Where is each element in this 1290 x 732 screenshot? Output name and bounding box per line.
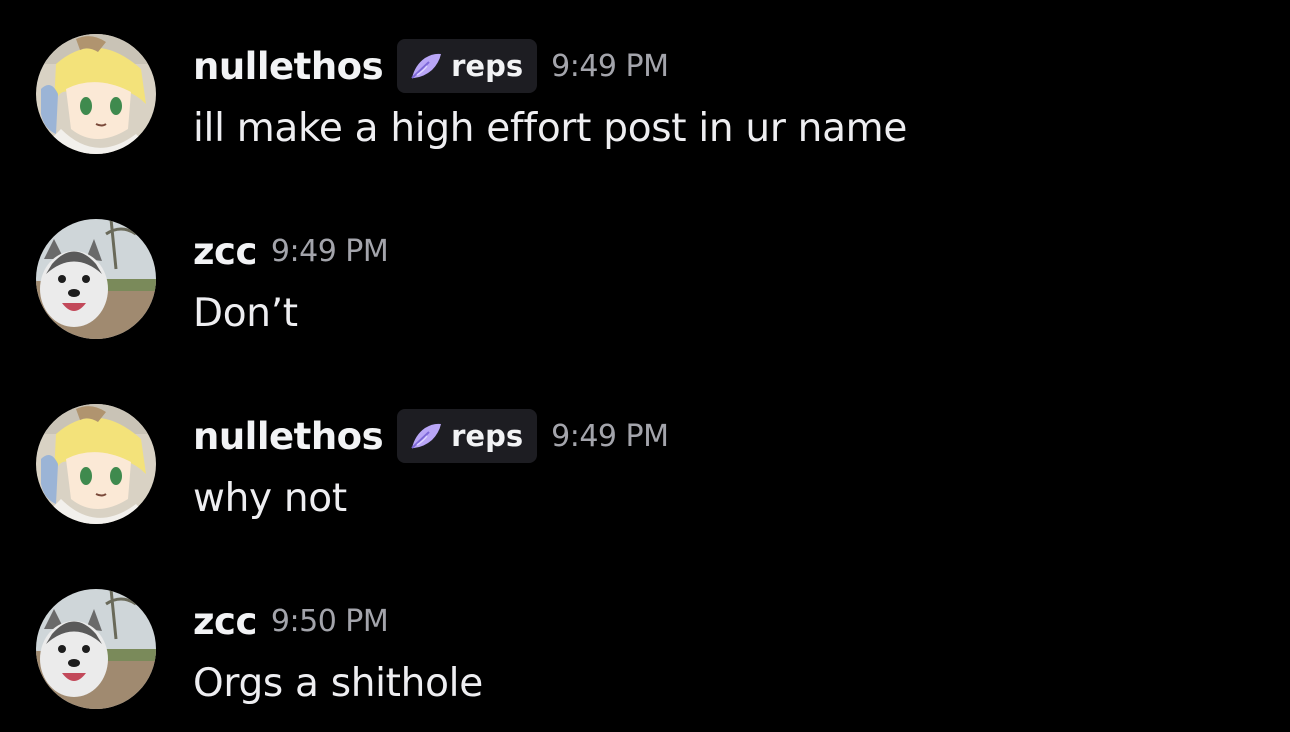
message-header: zcc 9:49 PM	[193, 223, 389, 279]
server-tag-label: reps	[451, 49, 524, 83]
anime-character-avatar-icon[interactable]	[36, 404, 156, 524]
timestamp: 9:49 PM	[551, 418, 669, 454]
username[interactable]: zcc	[193, 600, 257, 643]
timestamp: 9:49 PM	[270, 233, 389, 269]
username[interactable]: nullethos	[193, 45, 384, 88]
message-text: why not	[193, 476, 347, 521]
timestamp: 9:50 PM	[270, 603, 389, 639]
username[interactable]: nullethos	[193, 415, 384, 458]
message-item[interactable]: zcc 9:50 PM Orgs a shithole	[0, 589, 1290, 729]
message-header: zcc 9:50 PM	[193, 593, 389, 649]
husky-dog-avatar-icon[interactable]	[36, 589, 156, 709]
username[interactable]: zcc	[193, 230, 257, 273]
server-tag-label: reps	[451, 419, 524, 453]
purple-feather-icon	[411, 423, 442, 449]
message-text: Orgs a shithole	[193, 661, 483, 706]
message-item[interactable]: zcc 9:49 PM Don’t	[0, 219, 1290, 359]
anime-character-avatar-icon[interactable]	[36, 34, 156, 154]
message-item[interactable]: nullethos reps 9:49 PM why not	[0, 404, 1290, 544]
message-text: ill make a high effort post in ur name	[193, 106, 908, 151]
timestamp: 9:49 PM	[551, 48, 669, 84]
husky-dog-avatar-icon[interactable]	[36, 219, 156, 339]
message-text: Don’t	[193, 291, 298, 336]
server-tag[interactable]: reps	[397, 39, 538, 93]
chat-message-list: nullethos reps 9:49 PM ill make a high e…	[0, 0, 1290, 732]
message-item[interactable]: nullethos reps 9:49 PM ill make a high e…	[0, 34, 1290, 174]
purple-feather-icon	[411, 53, 442, 79]
message-header: nullethos reps 9:49 PM	[193, 408, 669, 464]
message-header: nullethos reps 9:49 PM	[193, 38, 669, 94]
server-tag[interactable]: reps	[397, 409, 538, 463]
